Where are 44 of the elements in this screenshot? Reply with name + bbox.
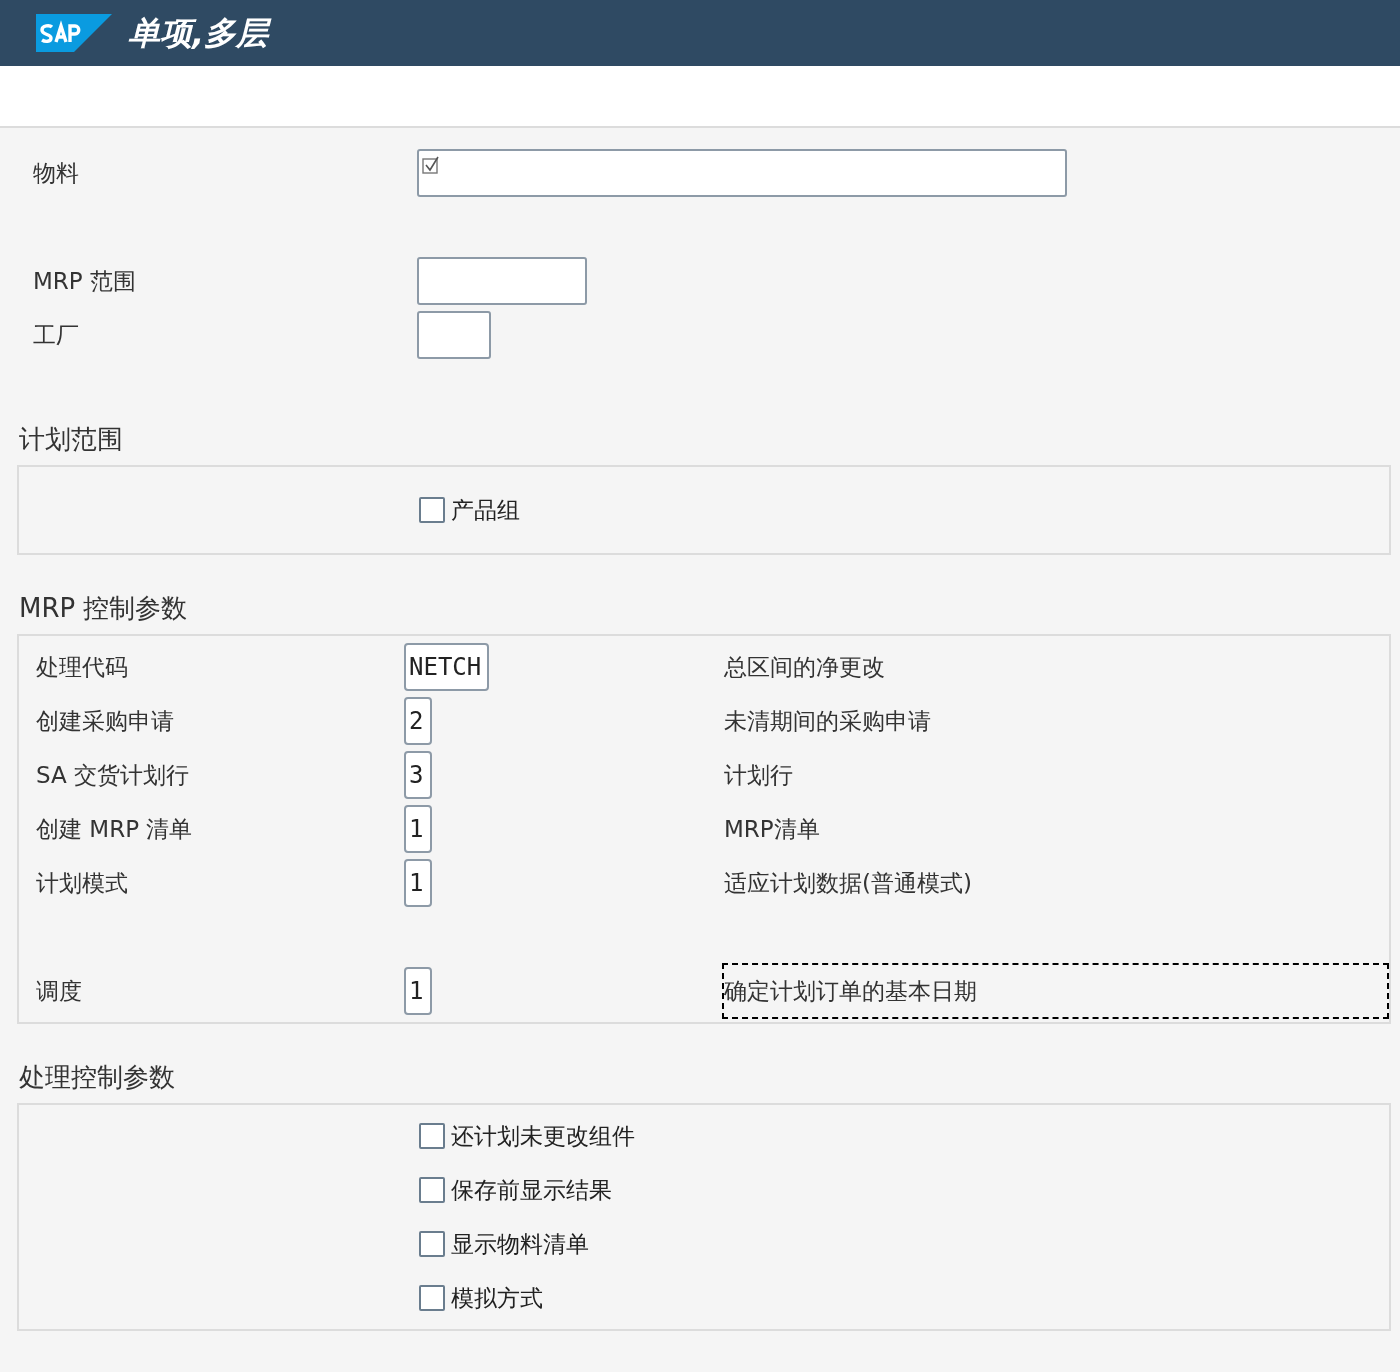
input-field[interactable] [417, 311, 491, 359]
field-description: 适应计划数据(普通模式) [723, 868, 973, 898]
field-description: 确定计划订单的基本日期 [722, 963, 1389, 1019]
section-title: 处理控制参数 [19, 1061, 176, 1094]
input-field[interactable]: 2 [404, 697, 433, 745]
checkbox-option[interactable]: 显示物料清单 [419, 1217, 1389, 1271]
input-field[interactable]: 1 [404, 967, 433, 1015]
checkbox-option[interactable]: 产品组 [419, 483, 1389, 537]
input-field[interactable]: 1 [404, 859, 433, 907]
field-description: 未清期间的采购申请 [723, 706, 932, 736]
field-label: 调度 [35, 976, 83, 1006]
checkbox-option[interactable]: 保存前显示结果 [419, 1163, 1389, 1217]
field-label: MRP 范围 [32, 266, 137, 296]
input-field[interactable] [417, 149, 1067, 197]
checkbox-option[interactable]: 还计划未更改组件 [419, 1109, 1389, 1163]
field-label: SA 交货计划行 [35, 760, 191, 790]
section-title: MRP 控制参数 [19, 592, 189, 625]
input-field[interactable]: 3 [404, 751, 433, 799]
checkbox-label: 显示物料清单 [451, 1229, 589, 1259]
field-label: 计划模式 [35, 868, 129, 898]
checkbox[interactable] [419, 1285, 445, 1311]
checkbox[interactable] [419, 497, 445, 523]
checkbox[interactable] [419, 1123, 445, 1149]
checkbox-option[interactable]: 模拟方式 [419, 1271, 1389, 1325]
checkbox-label: 产品组 [451, 495, 520, 525]
logo-icon [36, 14, 112, 52]
section-title: 计划范围 [19, 423, 124, 456]
field-label: 创建 MRP 清单 [35, 814, 194, 844]
checkbox-label: 模拟方式 [451, 1283, 543, 1313]
input-field[interactable]: 1 [404, 805, 433, 853]
checkbox-label: 还计划未更改组件 [451, 1121, 635, 1151]
field-description: MRP清单 [723, 814, 821, 844]
input-field[interactable] [417, 257, 587, 305]
checkbox[interactable] [419, 1177, 445, 1203]
field-label: 物料 [32, 158, 80, 188]
checkbox[interactable] [419, 1231, 445, 1257]
field-description: 总区间的净更改 [723, 652, 886, 682]
input-field[interactable]: NETCH [404, 643, 489, 691]
field-label: 处理代码 [35, 652, 129, 682]
field-description: 计划行 [723, 760, 794, 790]
required-checkbox-icon [422, 156, 442, 176]
checkbox-label: 保存前显示结果 [451, 1175, 612, 1205]
field-label: 创建采购申请 [35, 706, 175, 736]
field-label: 工厂 [32, 320, 80, 350]
